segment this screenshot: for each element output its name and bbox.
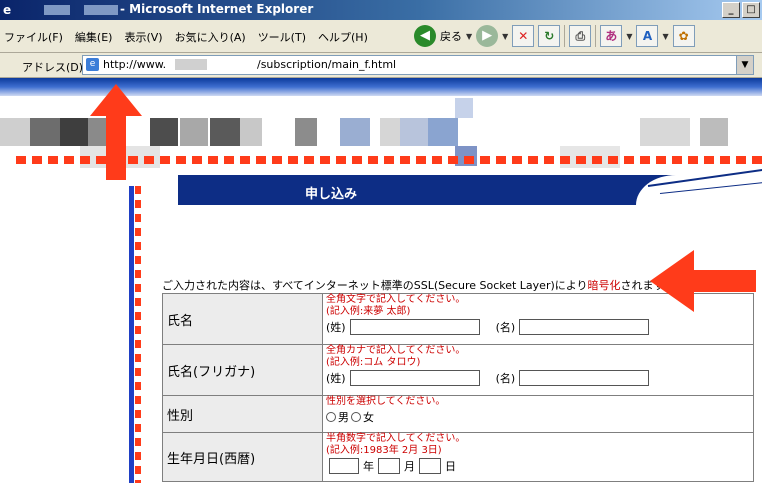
ssl-notice-text: ご入力された内容は、すべてインターネット標準のSSL(Secure Socket… bbox=[162, 279, 588, 292]
dropdown-caret-icon[interactable]: ▼ bbox=[466, 32, 472, 41]
refresh-icon[interactable]: ↻ bbox=[538, 25, 561, 47]
menu-tools[interactable]: ツール(T) bbox=[258, 29, 306, 45]
redacted-block bbox=[640, 118, 690, 146]
font-size-icon[interactable]: A bbox=[636, 25, 659, 47]
stop-icon[interactable]: ✕ bbox=[512, 25, 535, 47]
last-name-kana-input[interactable] bbox=[349, 370, 480, 386]
menu-edit[interactable]: 編集(E) bbox=[75, 29, 113, 45]
form-title: 申し込み bbox=[305, 187, 358, 202]
first-name-kana-input[interactable] bbox=[519, 370, 650, 386]
page-left-border bbox=[129, 186, 134, 483]
redacted-block bbox=[150, 118, 178, 146]
table-row: 性別 性別を選択してください。 男 女 bbox=[162, 395, 754, 433]
form-table: 氏名 全角文字で記入してください。 (記入例:来夢 太郎) (姓) (名) 氏名… bbox=[162, 293, 754, 482]
redacted-block bbox=[44, 5, 70, 15]
last-name-kana-label: (姓) bbox=[326, 372, 346, 385]
redacted-block bbox=[180, 118, 208, 146]
url-path: /subscription/main_f.html bbox=[257, 58, 397, 71]
gender-male-label[interactable]: 男 bbox=[338, 409, 349, 425]
field-label-birthdate: 生年月日(西暦) bbox=[162, 432, 323, 482]
back-arrow-icon[interactable]: ◀ bbox=[414, 25, 436, 47]
birth-month-label: 月 bbox=[404, 460, 415, 473]
last-name-label: (姓) bbox=[326, 321, 346, 334]
field-cell-gender: 性別を選択してください。 男 女 bbox=[322, 395, 754, 433]
redacted-block bbox=[295, 118, 317, 146]
maximize-button[interactable]: □ bbox=[742, 2, 760, 18]
instruction-example: (記入例:コム タロウ) bbox=[326, 357, 421, 368]
menu-bar: ファイル(F) 編集(E) 表示(V) お気に入り(A) ツール(T) ヘルプ(… bbox=[0, 20, 762, 53]
instruction-text: 性別を選択してください。 bbox=[326, 396, 446, 407]
address-label: アドレス(D) bbox=[22, 61, 84, 74]
redacted-block bbox=[700, 118, 728, 146]
gender-male-radio[interactable] bbox=[326, 412, 336, 422]
redacted-block bbox=[380, 118, 400, 146]
birth-year-label: 年 bbox=[363, 460, 374, 473]
annotation-dotted-line-vertical bbox=[135, 186, 141, 483]
messenger-icon[interactable]: ✿ bbox=[672, 25, 695, 47]
url-prefix: http://www. bbox=[103, 58, 167, 71]
birth-day-label: 日 bbox=[445, 460, 456, 473]
redacted-block bbox=[30, 118, 60, 146]
gender-female-radio[interactable] bbox=[351, 412, 361, 422]
toolbar-separator bbox=[564, 25, 566, 47]
menu-favorites[interactable]: お気に入り(A) bbox=[175, 29, 246, 45]
back-button-label[interactable]: 戻る bbox=[440, 28, 462, 44]
redacted-block bbox=[210, 118, 240, 146]
redacted-block bbox=[0, 118, 30, 146]
translate-icon[interactable]: あ bbox=[600, 25, 623, 47]
redacted-block bbox=[175, 59, 207, 70]
birth-year-input[interactable] bbox=[329, 458, 359, 474]
table-row: 氏名(フリガナ) 全角カナで記入してください。 (記入例:コム タロウ) (姓)… bbox=[162, 344, 754, 396]
address-dropdown-button[interactable]: ▼ bbox=[736, 55, 754, 75]
menu-view[interactable]: 表示(V) bbox=[124, 29, 162, 45]
field-cell-furigana: 全角カナで記入してください。 (記入例:コム タロウ) (姓) (名) bbox=[322, 344, 754, 396]
instruction-example: (記入例:1983年 2月 3日) bbox=[326, 445, 442, 456]
address-bar: アドレス(D) e http://www. /subscription/main… bbox=[0, 53, 762, 78]
last-name-input[interactable] bbox=[349, 319, 480, 335]
address-input[interactable]: e http://www. /subscription/main_f.html … bbox=[82, 55, 754, 75]
menu-file[interactable]: ファイル(F) bbox=[4, 29, 63, 45]
field-label-name: 氏名 bbox=[162, 293, 323, 345]
ssl-notice-highlight: 暗号化 bbox=[587, 279, 621, 292]
first-name-input[interactable] bbox=[519, 319, 650, 335]
redacted-block bbox=[84, 5, 118, 15]
form-banner: 申し込み bbox=[178, 168, 762, 205]
minimize-button[interactable]: _ bbox=[722, 2, 740, 18]
birth-day-input[interactable] bbox=[419, 458, 441, 474]
window-title: - Microsoft Internet Explorer bbox=[120, 2, 314, 16]
table-row: 生年月日(西暦) 半角数字で記入してください。 (記入例:1983年 2月 3日… bbox=[162, 432, 754, 482]
dropdown-caret-icon[interactable]: ▼ bbox=[626, 32, 632, 41]
dropdown-caret-icon[interactable]: ▼ bbox=[662, 32, 668, 41]
print-icon[interactable]: ⎙ bbox=[569, 25, 592, 47]
instruction-text: 半角数字で記入してください。 bbox=[326, 433, 466, 444]
field-label-furigana: 氏名(フリガナ) bbox=[162, 344, 323, 396]
forward-arrow-icon[interactable]: ▶ bbox=[476, 25, 499, 47]
birth-month-input[interactable] bbox=[378, 458, 400, 474]
redacted-block bbox=[455, 98, 473, 118]
annotation-arrow-up-icon bbox=[90, 84, 142, 180]
redacted-block bbox=[240, 118, 262, 146]
toolbar-separator bbox=[595, 25, 597, 47]
dropdown-caret-icon[interactable]: ▼ bbox=[502, 32, 508, 41]
redacted-block bbox=[400, 118, 428, 146]
redacted-block bbox=[428, 118, 458, 146]
field-label-gender: 性別 bbox=[162, 395, 323, 433]
title-bar: e - Microsoft Internet Explorer _ □ bbox=[0, 0, 762, 20]
redacted-block bbox=[340, 118, 370, 146]
menu-help[interactable]: ヘルプ(H) bbox=[318, 29, 368, 45]
page-icon: e bbox=[86, 58, 99, 71]
annotation-arrow-left-icon bbox=[650, 250, 756, 312]
field-cell-birthdate: 半角数字で記入してください。 (記入例:1983年 2月 3日) 年 月 日 bbox=[322, 432, 754, 482]
first-name-kana-label: (名) bbox=[495, 372, 516, 385]
first-name-label: (名) bbox=[495, 321, 516, 334]
gender-female-label[interactable]: 女 bbox=[363, 409, 374, 425]
redacted-block bbox=[60, 118, 88, 146]
ie-icon: e bbox=[3, 3, 12, 17]
ssl-notice: ご入力された内容は、すべてインターネット標準のSSL(Secure Socket… bbox=[162, 277, 674, 293]
instruction-text: 全角カナで記入してください。 bbox=[326, 345, 466, 356]
